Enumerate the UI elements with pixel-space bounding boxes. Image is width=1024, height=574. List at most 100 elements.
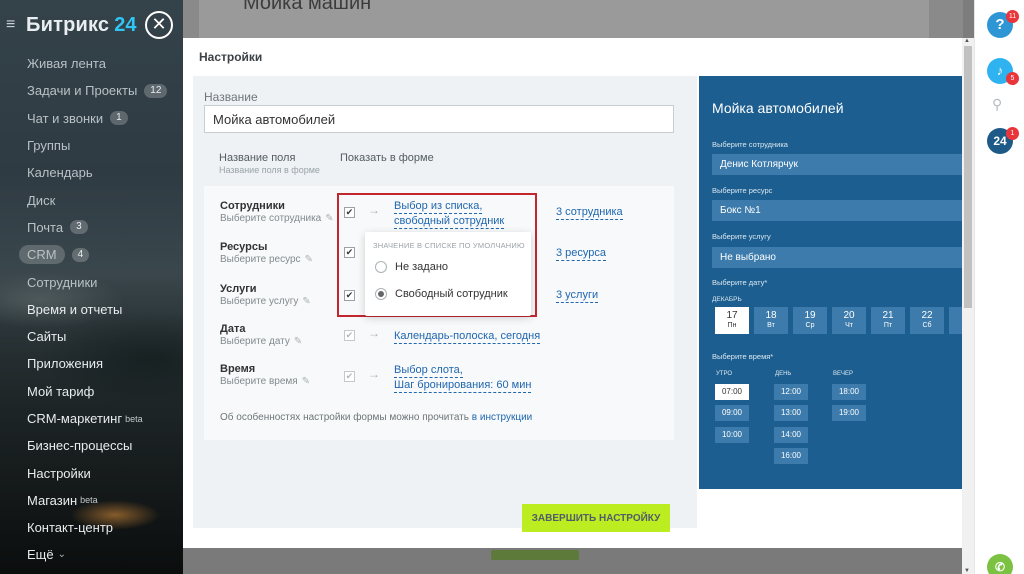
sidebar-item-disk[interactable]: Диск xyxy=(0,186,183,213)
day-cell[interactable]: 19 Ср xyxy=(793,307,827,334)
close-slider-button[interactable]: ✕ xyxy=(145,11,173,39)
preview-service-select[interactable]: Не выбрано xyxy=(712,247,962,268)
time-slot[interactable]: 18:00 xyxy=(832,384,866,400)
field-sub-text: Выберите дату xyxy=(220,336,290,347)
scroll-up-icon[interactable]: ▲ xyxy=(964,38,970,44)
field-sub: Выберите ресурс ✎ xyxy=(220,254,313,265)
search-icon[interactable]: ⚲ xyxy=(992,96,1002,113)
chevron-down-icon: ⌄ xyxy=(57,549,66,561)
bitrix24-badge: 1 xyxy=(1006,127,1019,140)
day-number: 22 xyxy=(921,310,933,321)
sidebar-item-crm-marketing[interactable]: CRM-маркетинг beta xyxy=(0,405,183,432)
show-checkbox-disabled: ✔ xyxy=(344,330,355,341)
panel-scrollbar[interactable]: ▲ ▼ xyxy=(962,38,974,574)
sidebar-item-more[interactable]: Ещё ⌄ xyxy=(0,541,183,568)
field-name: Дата xyxy=(220,323,246,335)
sidebar-item-time-reports[interactable]: Время и отчеты xyxy=(0,296,183,323)
day-weekday: Чт xyxy=(845,322,853,329)
day-number: 21 xyxy=(882,310,894,321)
time-slot[interactable]: 19:00 xyxy=(832,405,866,421)
day-cell[interactable]: 22 Сб xyxy=(910,307,944,334)
field-count-link[interactable]: 3 ресурса xyxy=(556,247,607,261)
sidebar-item-groups[interactable]: Группы xyxy=(0,132,183,159)
arrow-right-icon: → xyxy=(368,367,380,381)
pencil-icon[interactable]: ✎ xyxy=(325,213,333,224)
day-weekday: Вт xyxy=(767,322,775,329)
field-setting-link[interactable]: Календарь-полоска, сегодня xyxy=(394,330,541,344)
column-header-show: Показать в форме xyxy=(340,152,434,164)
preview-resource-label: Выберите ресурс xyxy=(712,186,773,195)
scrollbar-thumb[interactable] xyxy=(964,46,972,308)
pencil-icon[interactable]: ✎ xyxy=(302,376,310,387)
right-toolbar: ? 11 ♪ 5 ⚲ 24 1 ✆ xyxy=(974,0,1024,574)
sidebar-item-label: Приложения xyxy=(27,356,104,372)
field-sub: Выберите сотрудника ✎ xyxy=(220,213,334,224)
phone-icon[interactable]: ✆ xyxy=(987,554,1013,574)
left-sidebar: ≡ Битрикс 24 ✕ Живая лента Задачи и Прое… xyxy=(0,0,183,574)
sidebar-item-label: Настройки xyxy=(27,465,91,481)
radio-option-not-set[interactable]: Не задано xyxy=(375,261,448,273)
field-setting-link[interactable]: Выбор слота, xyxy=(394,364,463,378)
time-slot[interactable]: 14:00 xyxy=(774,427,808,443)
field-sub-text: Выберите время xyxy=(220,376,298,387)
field-count-link[interactable]: 3 сотрудника xyxy=(556,206,623,220)
sidebar-item-calendar[interactable]: Календарь xyxy=(0,159,183,186)
finish-setup-button[interactable]: ЗАВЕРШИТЬ НАСТРОЙКУ xyxy=(522,504,670,532)
day-number: 19 xyxy=(804,310,816,321)
sidebar-item-employees[interactable]: Сотрудники xyxy=(0,268,183,295)
sidebar-item-apps[interactable]: Приложения xyxy=(0,350,183,377)
preview-date-label: Выберите дату* xyxy=(712,278,768,287)
time-slot-selected[interactable]: 07:00 xyxy=(715,384,749,400)
sidebar-item-tariff[interactable]: Мой тариф xyxy=(0,378,183,405)
counter-badge: 1 xyxy=(110,111,128,126)
time-slot[interactable]: 10:00 xyxy=(715,427,749,443)
sidebar-item-label: Календарь xyxy=(27,165,93,181)
field-setting-link[interactable]: Шаг бронирования: 60 мин xyxy=(394,379,532,393)
beta-label: beta xyxy=(80,495,98,506)
sidebar-item-bizproc[interactable]: Бизнес-процессы xyxy=(0,432,183,459)
sidebar-item-contact-center[interactable]: Контакт-центр xyxy=(0,514,183,541)
field-name: Ресурсы xyxy=(220,241,268,253)
sidebar-item-sites[interactable]: Сайты xyxy=(0,323,183,350)
pencil-icon[interactable]: ✎ xyxy=(305,254,313,265)
time-slot[interactable]: 09:00 xyxy=(715,405,749,421)
field-sub: Выберите дату ✎ xyxy=(220,336,302,347)
radio-button[interactable] xyxy=(375,261,387,273)
day-cell[interactable]: 21 Пт xyxy=(871,307,905,334)
sidebar-item-label: CRM xyxy=(19,245,65,265)
field-name: Сотрудники xyxy=(220,200,285,212)
pencil-icon[interactable]: ✎ xyxy=(294,336,302,347)
day-cell[interactable]: 20 Чт xyxy=(832,307,866,334)
field-count-link[interactable]: 3 услуги xyxy=(556,289,599,303)
sidebar-item-crm[interactable]: CRM 4 xyxy=(0,241,183,268)
sidebar-item-feed[interactable]: Живая лента xyxy=(0,50,183,77)
sidebar-item-tasks[interactable]: Задачи и Проекты 12 xyxy=(0,77,183,104)
instructions-link[interactable]: в инструкции xyxy=(472,412,533,423)
sidebar-item-label: Бизнес-процессы xyxy=(27,438,133,454)
day-cell-selected[interactable]: 17 Пн xyxy=(715,307,749,334)
day-cell[interactable]: 18 Вт xyxy=(754,307,788,334)
sidebar-item-mail[interactable]: Почта 3 xyxy=(0,214,183,241)
form-name-input[interactable] xyxy=(204,105,674,133)
scroll-down-icon[interactable]: ▼ xyxy=(964,568,970,574)
time-slot[interactable]: 13:00 xyxy=(774,405,808,421)
menu-burger-icon[interactable]: ≡ xyxy=(6,16,24,34)
day-number: 20 xyxy=(843,310,855,321)
time-slot[interactable]: 12:00 xyxy=(774,384,808,400)
sidebar-item-settings[interactable]: Настройки xyxy=(0,459,183,486)
preview-employee-select[interactable]: Денис Котлярчук xyxy=(712,154,962,175)
sidebar-item-chat[interactable]: Чат и звонки 1 xyxy=(0,105,183,132)
radio-option-free-employee[interactable]: Свободный сотрудник xyxy=(375,288,508,300)
day-cell-partial[interactable] xyxy=(949,307,962,334)
column-header-field: Название поля xyxy=(219,152,296,164)
field-sub-text: Выберите услугу xyxy=(220,296,299,307)
sidebar-item-label: Диск xyxy=(27,192,56,208)
sidebar-item-store[interactable]: Магазин beta xyxy=(0,487,183,514)
time-slot[interactable]: 16:00 xyxy=(774,448,808,464)
sidebar-item-label: Чат и звонки xyxy=(27,110,104,126)
day-weekday: Пт xyxy=(883,322,893,329)
help-badge: 11 xyxy=(1006,10,1019,23)
pencil-icon[interactable]: ✎ xyxy=(302,296,310,307)
preview-resource-select[interactable]: Бокс №1 xyxy=(712,200,962,221)
radio-button-selected[interactable] xyxy=(375,288,387,300)
